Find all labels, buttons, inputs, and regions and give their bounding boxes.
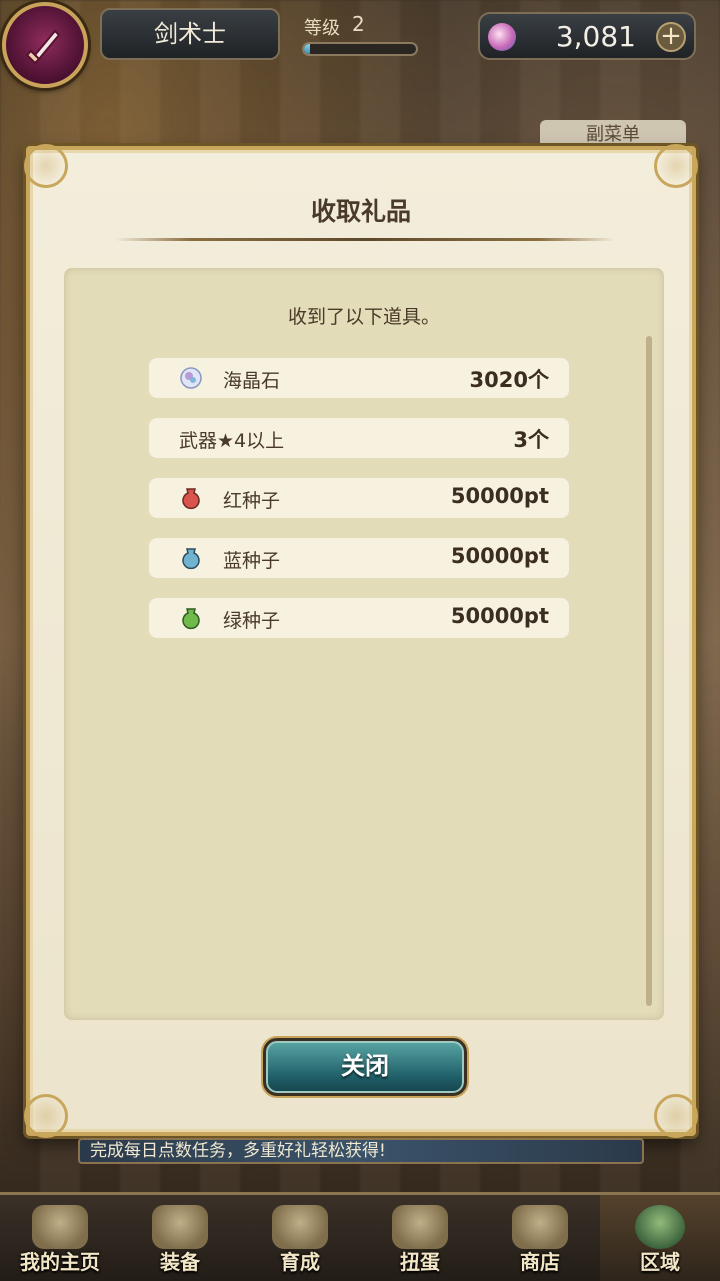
item-name: 绿种子 [223,610,281,632]
nav-label: 育成 [280,1250,320,1274]
blue-seed-icon [182,548,200,570]
level-label: 等级 [304,18,340,39]
class-emblem-button[interactable] [2,2,88,88]
sea-crystal-icon [180,367,202,389]
list-item: 红种子 50000pt [149,478,569,518]
corner-ornament [654,1094,698,1138]
nav-label: 我的主页 [20,1250,100,1274]
nav-tab-home[interactable]: 我的主页 [0,1195,120,1281]
item-quantity: 50000pt [450,544,549,568]
news-ticker[interactable]: 完成每日点数任务，多重好礼轻松获得! [78,1138,644,1164]
bottom-navigation: 我的主页 装备 育成 扭蛋 商店 区域 [0,1192,720,1281]
item-name: 武器★4以上 [179,430,285,452]
add-gem-button[interactable]: + [656,22,686,52]
list-scrollbar[interactable] [646,336,652,1006]
item-quantity: 3个 [513,428,549,452]
class-name: 剑术士 [100,8,280,60]
title-divider [115,238,615,241]
nav-tab-equipment[interactable]: 装备 [120,1195,240,1281]
item-name: 红种子 [223,490,281,512]
gem-amount: 3,081 [555,20,636,53]
list-item: 蓝种子 50000pt [149,538,569,578]
nav-label: 商店 [520,1250,560,1274]
level-progress-bar [302,42,418,56]
nav-label: 区域 [640,1250,680,1274]
close-button[interactable]: 关闭 [263,1038,467,1096]
nav-tab-area[interactable]: 区域 [600,1195,720,1281]
received-message: 收到了以下道具。 [287,306,440,328]
gacha-icon [392,1205,448,1249]
item-quantity: 50000pt [450,484,549,508]
sword-icon [25,29,61,65]
map-icon [635,1205,685,1249]
list-item: 武器★4以上 3个 [149,418,569,458]
dialog-title: 收取礼品 [310,197,411,226]
nav-tab-gacha[interactable]: 扭蛋 [360,1195,480,1281]
level-value: 2 [352,12,365,36]
item-name: 海晶石 [223,370,281,392]
nav-label: 装备 [160,1250,200,1274]
item-quantity: 3020个 [469,368,549,392]
level-progress-fill [304,44,310,54]
nav-tab-shop[interactable]: 商店 [480,1195,600,1281]
list-item: 海晶石 3020个 [149,358,569,398]
item-name: 蓝种子 [223,550,281,572]
nav-label: 扭蛋 [400,1250,440,1274]
gem-icon [488,23,516,51]
corner-ornament [24,1094,68,1138]
item-quantity: 50000pt [450,604,549,628]
corner-ornament [654,144,698,188]
corner-ornament [24,144,68,188]
red-seed-icon [182,488,200,510]
weapon-icon [272,1205,328,1249]
gem-currency: 3,081 + [478,12,696,60]
shop-icon [512,1205,568,1249]
green-seed-icon [182,608,200,630]
level-indicator: 等级 2 [288,6,423,62]
armor-icon [152,1205,208,1249]
list-item: 绿种子 50000pt [149,598,569,638]
top-bar: 剑术士 等级 2 3,081 + [0,0,720,88]
item-list-panel: 收到了以下道具。 海晶石 3020个 武器★4以上 3个 红种子 50000pt [64,268,664,1020]
nav-tab-training[interactable]: 育成 [240,1195,360,1281]
scroll-icon [32,1205,88,1249]
gift-dialog: 收取礼品 收到了以下道具。 海晶石 3020个 武器★4以上 3个 红种子 50… [24,144,698,1138]
